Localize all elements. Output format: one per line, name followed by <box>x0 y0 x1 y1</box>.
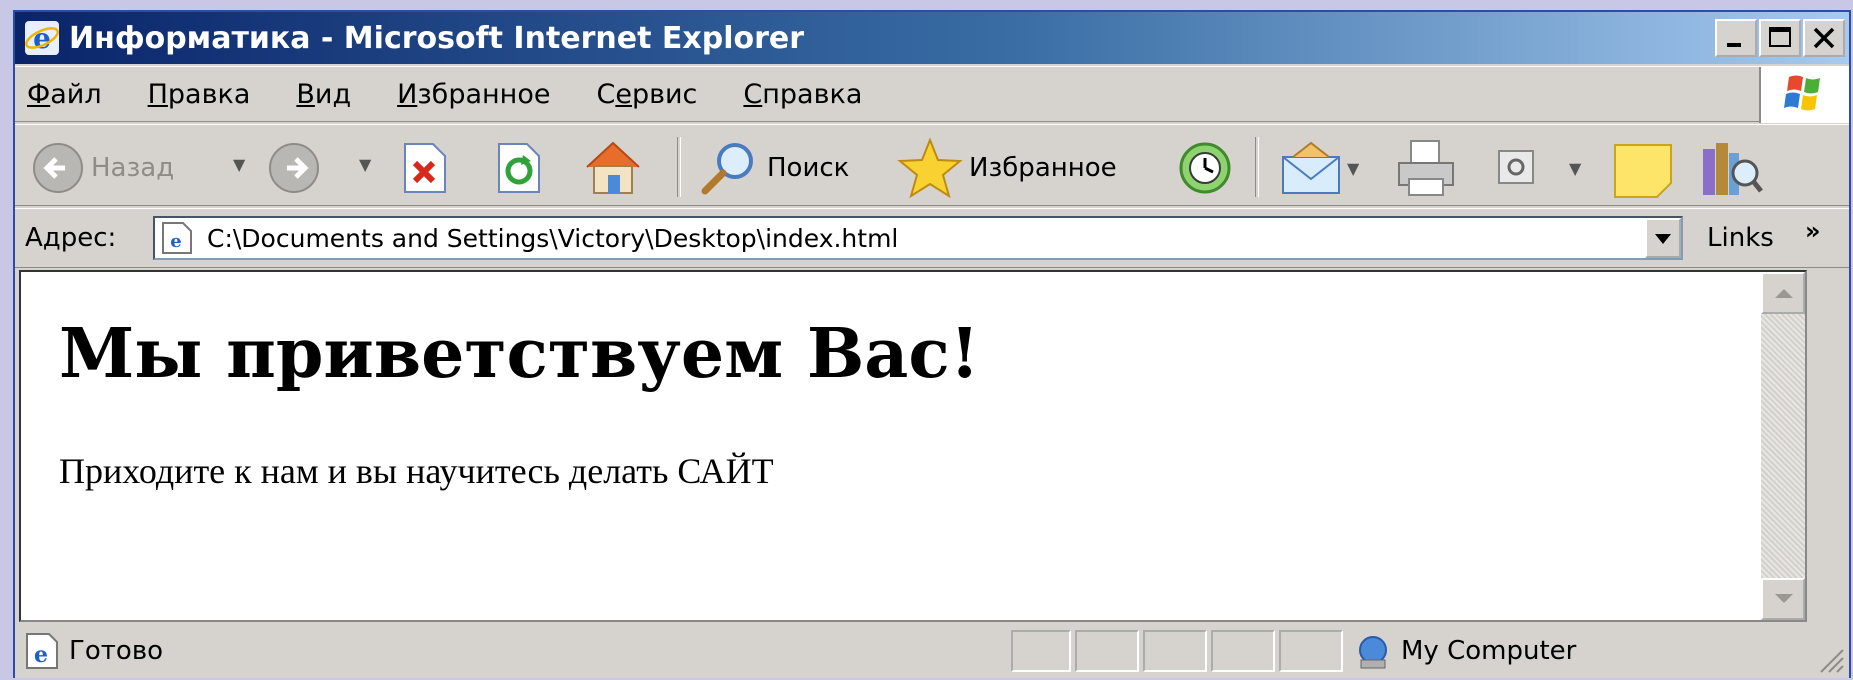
search-button[interactable]: Поиск <box>697 139 849 197</box>
status-panel <box>1011 630 1071 672</box>
research-button[interactable] <box>1699 135 1765 199</box>
browser-window: e Информатика - Microsoft Internet Explo… <box>13 10 1851 678</box>
menu-tools[interactable]: Сервис <box>596 79 697 110</box>
page-paragraph: Приходите к нам и вы научитесь делать СА… <box>59 451 774 491</box>
address-dropdown-button[interactable] <box>1645 218 1681 258</box>
stop-icon <box>404 143 446 193</box>
links-more-icon[interactable]: » <box>1805 217 1821 245</box>
history-button[interactable] <box>1173 139 1235 197</box>
menu-view[interactable]: Вид <box>296 79 351 110</box>
minimize-icon <box>1727 43 1741 47</box>
favorites-button[interactable]: Избранное <box>897 137 1117 199</box>
security-zone-label: My Computer <box>1401 636 1577 666</box>
search-label: Поиск <box>767 153 850 183</box>
menu-file[interactable]: Файл <box>27 79 102 110</box>
home-icon <box>586 141 640 194</box>
toolbar: Назад ▼ ▼ Поиск Избранное ▼ ▼ <box>15 124 1849 206</box>
chevron-down-icon <box>1655 234 1671 244</box>
mail-dropdown-icon[interactable]: ▼ <box>1347 159 1359 178</box>
home-button[interactable] <box>581 137 645 197</box>
page-icon: e <box>162 222 192 254</box>
menu-edit[interactable]: Правка <box>148 79 251 110</box>
chevron-up-icon <box>1775 289 1793 298</box>
history-icon <box>1179 142 1231 194</box>
status-bar: e Готово My Computer <box>15 624 1849 678</box>
svg-text:e: e <box>170 231 181 252</box>
forward-dropdown-icon[interactable]: ▼ <box>359 155 371 174</box>
address-label: Адрес: <box>25 223 117 253</box>
my-computer-icon <box>1359 636 1387 669</box>
status-panel <box>1143 630 1207 672</box>
notes-icon <box>1614 144 1672 198</box>
refresh-button[interactable] <box>493 141 543 195</box>
status-panel <box>1211 630 1275 672</box>
refresh-icon <box>498 143 540 193</box>
svg-text:e: e <box>33 22 51 55</box>
maximize-icon <box>1769 27 1791 47</box>
printer-icon <box>1398 140 1454 196</box>
back-label: Назад <box>91 153 175 183</box>
ie-icon: e <box>25 21 59 55</box>
page-viewport: Мы приветствуем Вас! Приходите к нам и в… <box>19 270 1807 622</box>
edit-page-icon <box>1498 150 1534 184</box>
status-text: Готово <box>69 636 164 666</box>
back-button[interactable]: Назад <box>31 141 174 195</box>
chevron-down-icon <box>1775 594 1793 603</box>
edit-button[interactable] <box>1493 143 1539 191</box>
address-bar: Адрес: e C:\Documents and Settings\Victo… <box>15 208 1849 268</box>
links-button[interactable]: Links <box>1707 223 1774 253</box>
scroll-up-button[interactable] <box>1761 272 1805 314</box>
back-dropdown-icon[interactable]: ▼ <box>233 155 245 174</box>
title-bar[interactable]: e Информатика - Microsoft Internet Explo… <box>15 12 1849 64</box>
status-panel <box>1075 630 1139 672</box>
menu-favorites[interactable]: Избранное <box>397 79 550 110</box>
close-icon <box>1813 27 1835 49</box>
star-icon <box>897 137 963 199</box>
status-panel <box>1279 630 1343 672</box>
menu-bar: Файл Правка Вид Избранное Сервис Справка <box>15 66 1849 123</box>
address-input[interactable]: e C:\Documents and Settings\Victory\Desk… <box>153 216 1683 260</box>
menu-help[interactable]: Справка <box>743 79 862 110</box>
research-icon <box>1703 143 1763 195</box>
mail-icon <box>1282 141 1340 194</box>
window-title: Информатика - Microsoft Internet Explore… <box>69 20 805 56</box>
ie-page-icon: e <box>26 633 58 669</box>
scroll-down-button[interactable] <box>1761 578 1805 620</box>
stop-button[interactable] <box>399 141 449 195</box>
maximize-button[interactable] <box>1759 19 1801 57</box>
minimize-button[interactable] <box>1715 19 1757 57</box>
notes-button[interactable] <box>1611 139 1677 199</box>
forward-arrow-icon <box>269 143 319 193</box>
vertical-scrollbar[interactable] <box>1761 272 1805 620</box>
edit-dropdown-icon[interactable]: ▼ <box>1569 159 1581 178</box>
favorites-label: Избранное <box>969 153 1117 183</box>
page-heading: Мы приветствуем Вас! <box>59 314 980 394</box>
svg-text:e: e <box>34 642 48 668</box>
close-button[interactable] <box>1803 19 1845 57</box>
back-arrow-icon <box>33 143 83 193</box>
mail-button[interactable] <box>1279 139 1343 197</box>
windows-flag-icon <box>1784 75 1820 111</box>
windows-logo <box>1759 67 1849 123</box>
search-icon <box>701 143 753 195</box>
resize-grip-icon[interactable] <box>1815 644 1845 674</box>
forward-button[interactable] <box>267 141 321 195</box>
address-value: C:\Documents and Settings\Victory\Deskto… <box>207 224 899 253</box>
print-button[interactable] <box>1393 137 1459 199</box>
